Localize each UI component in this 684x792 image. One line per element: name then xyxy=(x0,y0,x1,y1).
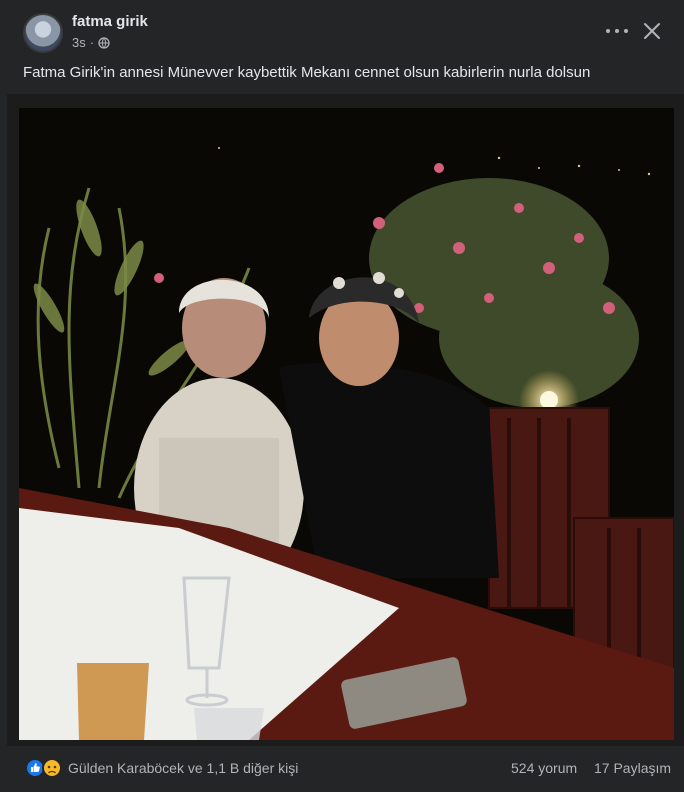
post-card: fatma girik 3s · Fatma Girik'in annesi M… xyxy=(0,0,684,792)
comments-count[interactable]: 524 yorum xyxy=(511,760,577,776)
post-footer: Gülden Karaböcek ve 1,1 B diğer kişi 524… xyxy=(0,752,684,788)
post-caption: Fatma Girik'in annesi Münevver kaybettik… xyxy=(23,64,591,81)
author-avatar[interactable] xyxy=(23,13,63,53)
sad-reaction-icon xyxy=(42,758,62,778)
photo-illustration xyxy=(19,108,674,740)
post-time[interactable]: 3s xyxy=(72,35,86,50)
globe-icon xyxy=(98,36,110,49)
reaction-icons[interactable] xyxy=(25,758,65,778)
like-reaction-icon xyxy=(25,758,45,778)
reaction-summary[interactable]: Gülden Karaböcek ve 1,1 B diğer kişi xyxy=(68,760,298,776)
close-icon[interactable] xyxy=(641,20,663,42)
meta-separator: · xyxy=(89,35,95,50)
post-meta: 3s · xyxy=(72,35,110,50)
shares-count[interactable]: 17 Paylaşım xyxy=(594,760,671,776)
author-name[interactable]: fatma girik xyxy=(72,13,148,30)
post-header: fatma girik 3s · xyxy=(0,0,684,60)
more-icon[interactable] xyxy=(606,22,628,40)
post-photo[interactable] xyxy=(19,108,674,740)
photo-container[interactable] xyxy=(7,94,684,746)
